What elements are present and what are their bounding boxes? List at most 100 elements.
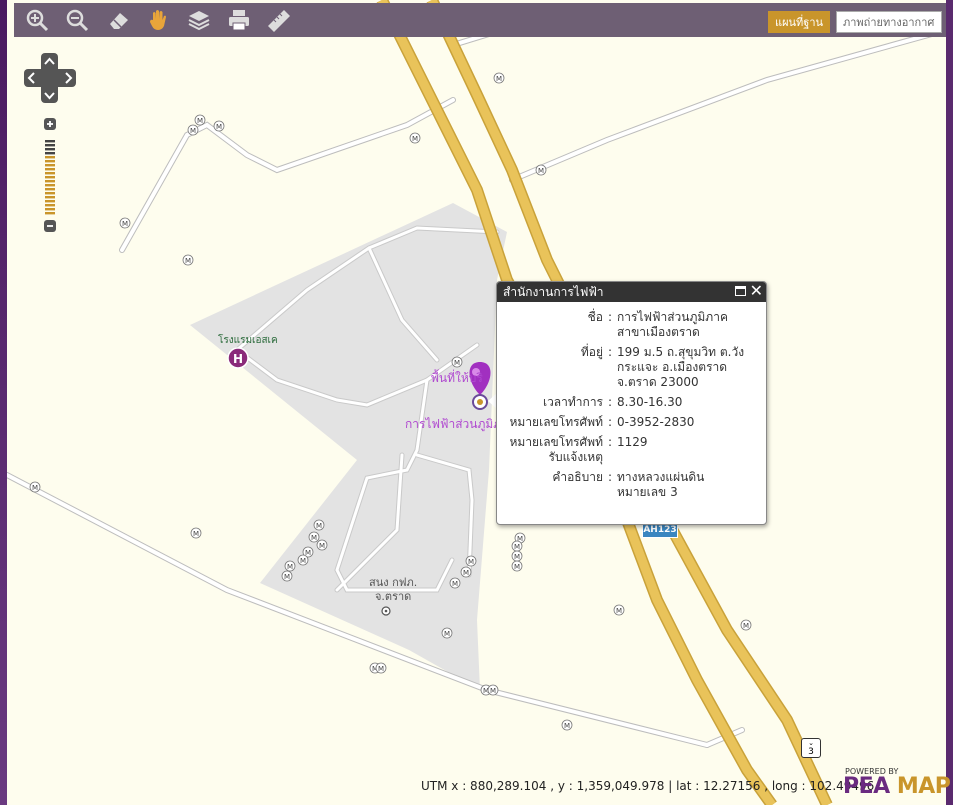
info-popup: สำนักงานการไฟฟ้า ✕ ชื่อ: การไฟฟ้าส่วนภูมิ… bbox=[496, 281, 767, 525]
marker-letter: M bbox=[216, 123, 222, 131]
field-separator: : bbox=[607, 470, 613, 484]
field-label: เวลาทำการ bbox=[542, 395, 603, 409]
marker-letter: M bbox=[287, 563, 293, 571]
field-separator: : bbox=[607, 310, 613, 324]
window-frame-left bbox=[0, 0, 7, 805]
zoom-out-icon[interactable] bbox=[64, 7, 92, 33]
logo-text-map: MAP bbox=[896, 774, 951, 799]
marker-letter: M bbox=[316, 522, 322, 530]
marker-letter: M bbox=[468, 558, 474, 566]
window-frame-right bbox=[946, 0, 953, 805]
zoom-level-tick[interactable] bbox=[45, 172, 55, 175]
pan-hand-icon[interactable] bbox=[145, 7, 173, 33]
marker-letter: M bbox=[193, 530, 199, 538]
marker-letter: M bbox=[284, 573, 290, 581]
marker-letter: M bbox=[32, 484, 38, 492]
zoom-level-tick[interactable] bbox=[45, 144, 55, 147]
aerial-imagery-button[interactable]: ภาพถ่ายทางอากาศ bbox=[836, 11, 942, 33]
marker-letter: M bbox=[490, 687, 496, 695]
field-separator: : bbox=[607, 395, 613, 409]
zoom-level-tick[interactable] bbox=[45, 180, 55, 183]
zoom-level-tick[interactable] bbox=[45, 164, 55, 167]
service-area-label: พื้นที่ให้บริ bbox=[431, 371, 483, 385]
zoom-level-tick[interactable] bbox=[45, 212, 55, 215]
map-layer[interactable]: MMM MMMMMMMMMMMMMMMMMMMMMMMMMM MM MM H bbox=[7, 0, 946, 805]
sanam-label-line2: จ.ตราด bbox=[374, 590, 412, 603]
zoom-level-tick[interactable] bbox=[45, 168, 55, 171]
marker-letter: M bbox=[452, 580, 458, 588]
zoom-level-tick[interactable] bbox=[45, 188, 55, 191]
marker-letter: M bbox=[564, 722, 570, 730]
office-point-icon[interactable] bbox=[381, 606, 391, 616]
marker-letter: M bbox=[444, 630, 450, 638]
zoom-slider[interactable] bbox=[43, 117, 57, 233]
popup-row-emergency-phone: หมายเลขโทรศัพท์รับแจ้งเหตุ:1129 bbox=[503, 435, 760, 465]
field-label: ที่อยู่ bbox=[580, 345, 603, 359]
zoom-minus-icon[interactable] bbox=[44, 220, 56, 232]
zoom-level-tick[interactable] bbox=[45, 204, 55, 207]
popup-body: ชื่อ: การไฟฟ้าส่วนภูมิภาคสาขาเมืองตราด ที… bbox=[497, 302, 766, 500]
field-label: คำอธิบาย bbox=[552, 470, 603, 484]
marker-letter: M bbox=[122, 220, 128, 228]
zoom-level-tick[interactable] bbox=[45, 148, 55, 151]
zoom-level-tick[interactable] bbox=[45, 184, 55, 187]
zoom-level-ticks[interactable] bbox=[45, 140, 55, 215]
close-icon[interactable]: ✕ bbox=[750, 282, 763, 301]
marker-letter: M bbox=[496, 75, 502, 83]
field-value: ทางหลวงแผ่นดินหมายเลข 3 bbox=[617, 470, 705, 499]
marker-letter: M bbox=[514, 553, 520, 561]
marker-letter: M bbox=[538, 167, 544, 175]
field-label: ชื่อ bbox=[587, 310, 603, 324]
popup-title: สำนักงานการไฟฟ้า bbox=[503, 285, 604, 299]
field-label: หมายเลขโทรศัพท์ bbox=[509, 415, 604, 429]
field-separator: : bbox=[607, 345, 613, 359]
popup-row-address: ที่อยู่:199 ม.5 ถ.สุขุมวิท ต.วังกระแจะ อ… bbox=[503, 345, 760, 390]
marker-letter: M bbox=[743, 622, 749, 630]
ruler-icon[interactable] bbox=[265, 7, 293, 33]
zoom-plus-icon[interactable] bbox=[44, 118, 56, 130]
zoom-level-tick[interactable] bbox=[45, 200, 55, 203]
svg-text:H: H bbox=[233, 352, 243, 366]
logo-text-pea: PEA bbox=[843, 774, 890, 799]
field-label: หมายเลขโทรศัพท์รับแจ้งเหตุ bbox=[509, 435, 604, 464]
marker-letter: M bbox=[185, 257, 191, 265]
pea-office-trat-label: สนง กฟภ. จ.ตราด bbox=[369, 576, 417, 604]
field-value: 8.30-16.30 bbox=[617, 395, 683, 409]
zoom-level-tick[interactable] bbox=[45, 196, 55, 199]
route-3-shield: ⌄ 3 bbox=[801, 738, 821, 758]
pan-control bbox=[24, 53, 76, 103]
marker-letter: M bbox=[514, 563, 520, 571]
government-area bbox=[190, 203, 507, 690]
field-value: การไฟฟ้าส่วนภูมิภาคสาขาเมืองตราด bbox=[617, 310, 728, 339]
field-value: 0-3952-2830 bbox=[617, 415, 695, 429]
print-icon[interactable] bbox=[225, 7, 253, 33]
popup-row-phone: หมายเลขโทรศัพท์:0-3952-2830 bbox=[503, 415, 760, 430]
layers-icon[interactable] bbox=[185, 7, 213, 33]
sanam-label-line1: สนง กฟภ. bbox=[369, 576, 418, 589]
zoom-level-tick[interactable] bbox=[45, 152, 55, 155]
marker-letter: M bbox=[454, 359, 460, 367]
zoom-level-tick[interactable] bbox=[45, 156, 55, 159]
coordinate-readout: UTM x : 880,289.104 , y : 1,359,049.978 … bbox=[421, 779, 875, 793]
marker-letter: M bbox=[190, 127, 196, 135]
marker-letter: M bbox=[311, 534, 317, 542]
popup-header: สำนักงานการไฟฟ้า ✕ bbox=[497, 282, 766, 302]
zoom-level-tick[interactable] bbox=[45, 192, 55, 195]
popup-row-name: ชื่อ: การไฟฟ้าส่วนภูมิภาคสาขาเมืองตราด bbox=[503, 310, 760, 340]
field-value: 199 ม.5 ถ.สุขุมวิท ต.วังกระแจะ อ.เมืองตร… bbox=[617, 345, 745, 389]
eraser-icon[interactable] bbox=[105, 7, 133, 33]
hotel-icon[interactable]: H bbox=[227, 347, 249, 369]
zoom-level-tick[interactable] bbox=[45, 176, 55, 179]
field-separator: : bbox=[607, 415, 613, 429]
zoom-in-icon[interactable] bbox=[24, 7, 52, 33]
marker-letter: M bbox=[514, 543, 520, 551]
zoom-level-tick[interactable] bbox=[45, 140, 55, 143]
maximize-icon[interactable] bbox=[735, 286, 746, 296]
hotel-label: โรงแรมเอสเค bbox=[218, 335, 278, 346]
map-toolbar: แผนที่ฐาน ภาพถ่ายทางอากาศ bbox=[14, 3, 946, 37]
zoom-level-tick[interactable] bbox=[45, 208, 55, 211]
zoom-level-tick[interactable] bbox=[45, 160, 55, 163]
map-canvas[interactable]: MMMMMMMMMMMMMMMMMMMMMMMMMMMMMMMMM H โรงแ… bbox=[7, 0, 946, 805]
popup-row-description: คำอธิบาย: ทางหลวงแผ่นดินหมายเลข 3 bbox=[503, 470, 760, 500]
basemap-button[interactable]: แผนที่ฐาน bbox=[768, 11, 831, 33]
